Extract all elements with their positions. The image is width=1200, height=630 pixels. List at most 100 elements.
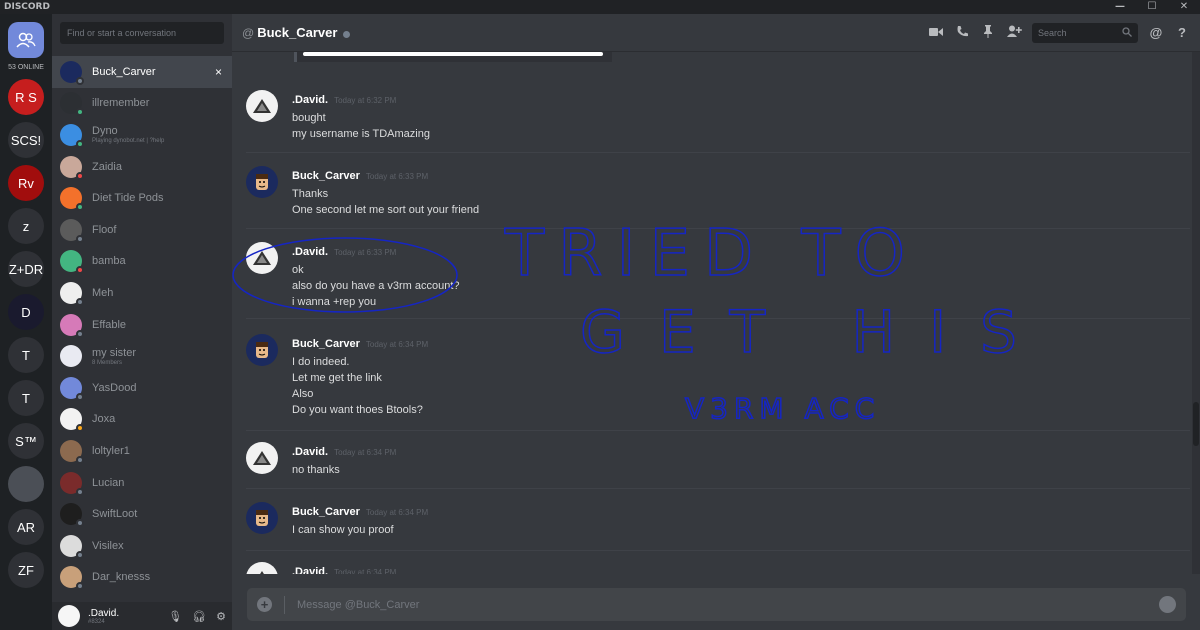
- microphone-icon[interactable]: 🎙︎: [168, 610, 182, 623]
- server-icon[interactable]: AR: [8, 509, 44, 545]
- close-icon[interactable]: ×: [215, 65, 222, 79]
- app-name: DISCORD: [4, 2, 50, 12]
- server-label: Rv: [18, 175, 34, 191]
- dm-item[interactable]: Effable: [52, 309, 232, 341]
- dm-item[interactable]: Dar_knesss: [52, 562, 232, 594]
- server-icon[interactable]: z: [8, 208, 44, 244]
- video-icon[interactable]: [928, 25, 944, 40]
- dm-item[interactable]: Meh: [52, 277, 232, 309]
- avatar[interactable]: [246, 442, 278, 474]
- message-group: .David. Today at 6:34 PM: [246, 562, 1086, 574]
- message-timestamp: Today at 6:34 PM: [365, 340, 429, 349]
- server-icon[interactable]: ZF: [8, 552, 44, 588]
- dm-name: my sister: [92, 346, 136, 359]
- avatar: [60, 250, 84, 275]
- dm-item[interactable]: illremember: [52, 88, 232, 120]
- status-indicator: [343, 30, 351, 38]
- message-text: One second let me sort out your friend: [292, 204, 480, 216]
- status-indicator: [76, 234, 84, 243]
- server-label: Z+DR: [8, 261, 44, 277]
- message-author[interactable]: .David.: [292, 94, 328, 106]
- avatar[interactable]: [246, 90, 278, 122]
- message-divider: [246, 488, 1190, 489]
- message-divider: [246, 228, 1190, 229]
- status-indicator: [76, 329, 84, 338]
- scrollbar[interactable]: [1192, 52, 1200, 574]
- server-icon[interactable]: R S: [8, 79, 44, 115]
- dm-item[interactable]: SwiftLoot: [52, 498, 232, 530]
- dm-item[interactable]: YasDood: [52, 372, 232, 404]
- avatar[interactable]: [246, 334, 278, 366]
- message-text: no thanks: [292, 464, 340, 476]
- server-icon[interactable]: [8, 466, 44, 502]
- add-friend-icon[interactable]: [1006, 25, 1022, 40]
- dm-item[interactable]: bamba: [52, 246, 232, 278]
- dm-search-input[interactable]: Find or start a conversation: [60, 22, 224, 44]
- status-indicator: [76, 139, 84, 148]
- search-input[interactable]: Search: [1032, 22, 1138, 43]
- dm-item[interactable]: Floof: [52, 214, 232, 246]
- server-icon[interactable]: T: [8, 337, 44, 373]
- message-timestamp: Today at 6:33 PM: [365, 172, 429, 181]
- maximize-button[interactable]: ☐: [1136, 0, 1168, 14]
- status-indicator: [76, 203, 84, 212]
- dm-item[interactable]: Diet Tide Pods: [52, 182, 232, 214]
- message-composer[interactable]: + Message @Buck_Carver: [247, 588, 1186, 621]
- message-author[interactable]: Buck_Carver: [292, 170, 360, 182]
- message-group: Buck_Carver Today at 6:33 PM Thanks One sec…: [246, 166, 1086, 216]
- message-author[interactable]: .David.: [292, 246, 328, 258]
- message-author[interactable]: .David.: [292, 446, 328, 458]
- message-text: Do you want thoes Btools?: [292, 404, 423, 416]
- phone-icon[interactable]: [954, 25, 970, 41]
- server-icon[interactable]: Z+DR: [8, 251, 44, 287]
- headphones-icon[interactable]: 🎧︎: [192, 610, 206, 623]
- emoji-picker-icon[interactable]: [1159, 596, 1176, 613]
- message-author[interactable]: Buck_Carver: [292, 506, 360, 518]
- message-text: I can show you proof: [292, 524, 394, 536]
- dm-item[interactable]: Lucian: [52, 467, 232, 499]
- message-group: .David. Today at 6:34 PM no thanks: [246, 442, 1086, 476]
- dm-name: loltyler1: [92, 444, 130, 457]
- message-author[interactable]: .David.: [292, 566, 328, 574]
- dm-list: Buck_Carver × illremember Dyno Playing dynob…: [52, 56, 232, 602]
- message-timestamp: Today at 6:34 PM: [365, 508, 429, 517]
- dm-subtitle: 8 Members: [92, 359, 123, 366]
- upload-plus-icon[interactable]: +: [257, 597, 272, 612]
- server-icon[interactable]: Rv: [8, 165, 44, 201]
- message-input-placeholder[interactable]: Message @Buck_Carver: [297, 599, 419, 611]
- help-icon[interactable]: ?: [1174, 25, 1190, 40]
- settings-gear-icon[interactable]: ⚙: [216, 610, 226, 623]
- dm-item[interactable]: Buck_Carver ×: [52, 56, 232, 88]
- server-icon[interactable]: D: [8, 294, 44, 330]
- status-indicator: [76, 108, 84, 117]
- server-icon[interactable]: SCS!: [8, 122, 44, 158]
- status-indicator: [76, 424, 84, 433]
- dm-name: SwiftLoot: [92, 508, 138, 521]
- avatar: [60, 218, 84, 243]
- avatar[interactable]: [246, 562, 278, 574]
- friends-home-button[interactable]: [8, 22, 44, 58]
- avatar[interactable]: [246, 166, 278, 198]
- search-icon: [1122, 26, 1132, 39]
- dm-item[interactable]: Visilex: [52, 530, 232, 562]
- dm-item[interactable]: Dyno Playing dynobot.net | ?help: [52, 119, 232, 151]
- server-icon[interactable]: S™: [8, 423, 44, 459]
- dm-item[interactable]: Zaidia: [52, 151, 232, 183]
- close-window-button[interactable]: ✕: [1168, 0, 1200, 14]
- mention-icon[interactable]: @: [1148, 25, 1164, 40]
- avatar[interactable]: [246, 242, 278, 274]
- avatar[interactable]: [58, 605, 80, 627]
- server-icon[interactable]: T: [8, 380, 44, 416]
- dm-item[interactable]: loltyler1: [52, 435, 232, 467]
- message-author[interactable]: Buck_Carver: [292, 338, 360, 350]
- dm-subtitle: Playing dynobot.net | ?help: [92, 138, 165, 145]
- message-group: Buck_Carver Today at 6:34 PM I can show yo…: [246, 502, 1086, 536]
- scrollbar-thumb[interactable]: [1193, 402, 1199, 446]
- message-group: Buck_Carver Today at 6:34 PM I do indeed. L…: [246, 334, 1086, 416]
- dm-item[interactable]: my sister 8 Members: [52, 340, 232, 372]
- dm-item[interactable]: Joxa: [52, 404, 232, 436]
- minimize-button[interactable]: —: [1104, 0, 1136, 14]
- pin-icon[interactable]: [980, 24, 996, 41]
- avatar[interactable]: [246, 502, 278, 534]
- lego-avatar-icon: [256, 510, 268, 526]
